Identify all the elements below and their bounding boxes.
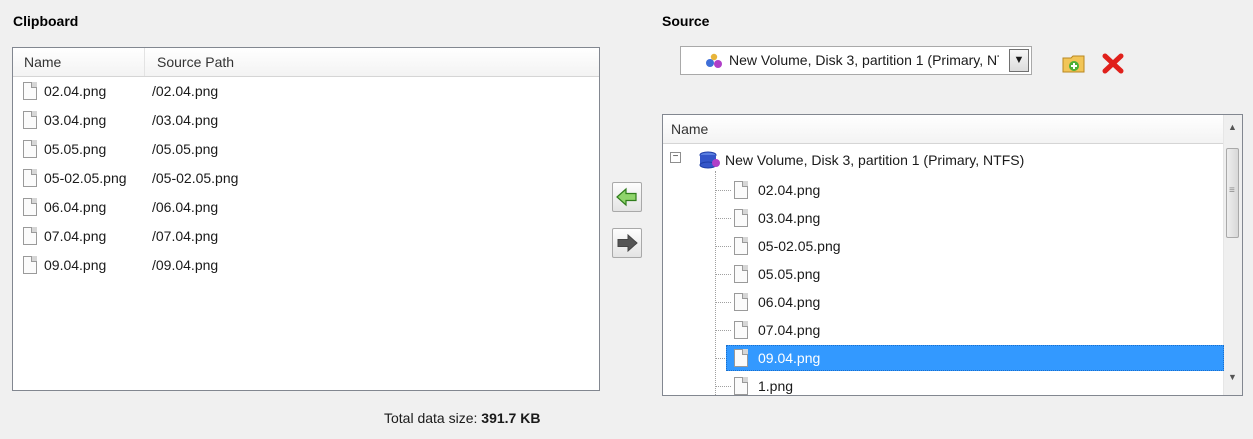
file-icon [23,82,37,100]
clipboard-row-name: 07.04.png [44,228,107,244]
file-icon [734,265,748,283]
tree-file-label: 05.05.png [758,266,821,282]
file-icon [23,169,37,187]
clipboard-row[interactable]: 05.05.png /05.05.png [13,136,599,164]
column-header-source-path[interactable]: Source Path [157,54,234,70]
arrow-right-icon [617,233,638,253]
add-folder-icon [1062,55,1085,73]
file-icon [734,321,748,339]
tree-file-label: 05-02.05.png [758,238,841,254]
tree-file-node[interactable]: 05.05.png [663,260,1224,288]
clipboard-row-name: 03.04.png [44,112,107,128]
file-icon [734,181,748,199]
tree-file-node[interactable]: 06.04.png [663,288,1224,316]
file-icon [734,349,748,367]
add-folder-button[interactable] [1060,50,1088,76]
clipboard-row-path: /06.04.png [152,199,219,215]
tree-root-node[interactable]: − New Volume, Disk 3, partition 1 (Prima… [663,146,1224,174]
clipboard-row-path: /09.04.png [152,257,219,273]
volume-select-value: New Volume, Disk 3, partition 1 (Primary… [729,52,999,68]
tree-column-header-name[interactable]: Name [671,121,708,137]
tree-file-node[interactable]: 03.04.png [663,204,1224,232]
tree-file-node-selected[interactable]: 09.04.png [663,344,1224,372]
clipboard-row-path: /05-02.05.png [152,170,239,186]
move-to-source-button[interactable] [612,228,642,258]
tree-file-label: 09.04.png [758,350,821,366]
dropdown-arrow-icon[interactable]: ▼ [1009,49,1029,72]
clipboard-row-name: 02.04.png [44,83,107,99]
delete-button[interactable] [1100,50,1126,76]
file-icon [23,256,37,274]
total-data-size-label: Total data size: [384,410,478,426]
file-icon [734,293,748,311]
clipboard-row[interactable]: 09.04.png /09.04.png [13,252,599,280]
clipboard-list[interactable]: Name Source Path 02.04.png /02.04.png 03… [12,47,600,391]
collapse-toggle-icon[interactable]: − [670,152,681,163]
column-header-name[interactable]: Name [24,54,61,70]
clipboard-row[interactable]: 05-02.05.png /05-02.05.png [13,165,599,193]
clipboard-row-name: 05.05.png [44,141,107,157]
source-title: Source [662,13,710,29]
file-icon [23,140,37,158]
source-tree[interactable]: Name ▲ ≡ ▼ − New Volume, Disk 3, partiti… [662,114,1243,396]
tree-file-label: 03.04.png [758,210,821,226]
scroll-up-arrow-icon[interactable]: ▲ [1228,122,1237,132]
clipboard-row-path: /03.04.png [152,112,219,128]
scroll-down-arrow-icon[interactable]: ▼ [1228,372,1237,382]
total-data-size-value: 391.7 KB [481,410,541,426]
grip-icon: ≡ [1229,185,1235,196]
volume-icon [706,53,722,68]
clipboard-title: Clipboard [13,13,79,29]
tree-file-label: 1.png [758,378,794,394]
clipboard-row-name: 05-02.05.png [44,170,127,186]
tree-file-label: 06.04.png [758,294,821,310]
tree-file-label: 02.04.png [758,182,821,198]
clipboard-row-name: 06.04.png [44,199,107,215]
clipboard-row-name: 09.04.png [44,257,107,273]
file-icon [23,111,37,129]
tree-file-node[interactable]: 05-02.05.png [663,232,1224,260]
tree-file-node[interactable]: 07.04.png [663,316,1224,344]
file-icon [734,377,748,395]
clipboard-row-path: /07.04.png [152,228,219,244]
file-icon [23,227,37,245]
tree-file-node[interactable]: 1.png [663,372,1224,395]
clipboard-row[interactable]: 07.04.png /07.04.png [13,223,599,251]
vertical-scrollbar[interactable]: ▲ ≡ ▼ [1223,115,1242,395]
column-divider[interactable] [144,48,145,76]
file-icon [734,209,748,227]
clipboard-row[interactable]: 03.04.png /03.04.png [13,107,599,135]
clipboard-row-path: /02.04.png [152,83,219,99]
partition-icon [699,151,720,169]
source-tree-header: Name [663,115,1224,144]
move-to-clipboard-button[interactable] [612,182,642,212]
clipboard-row-path: /05.05.png [152,141,219,157]
delete-icon [1102,53,1124,74]
arrow-left-icon [616,187,637,207]
tree-file-label: 07.04.png [758,322,821,338]
file-icon [23,198,37,216]
file-icon [734,237,748,255]
volume-select[interactable]: New Volume, Disk 3, partition 1 (Primary… [680,46,1032,75]
tree-root-label: New Volume, Disk 3, partition 1 (Primary… [725,152,1025,168]
clipboard-row[interactable]: 06.04.png /06.04.png [13,194,599,222]
clipboard-list-header: Name Source Path [13,48,599,77]
total-data-size: Total data size: 391.7 KB [384,410,540,426]
clipboard-row[interactable]: 02.04.png /02.04.png [13,78,599,106]
scroll-thumb[interactable]: ≡ [1226,148,1239,238]
tree-file-node[interactable]: 02.04.png [663,176,1224,204]
